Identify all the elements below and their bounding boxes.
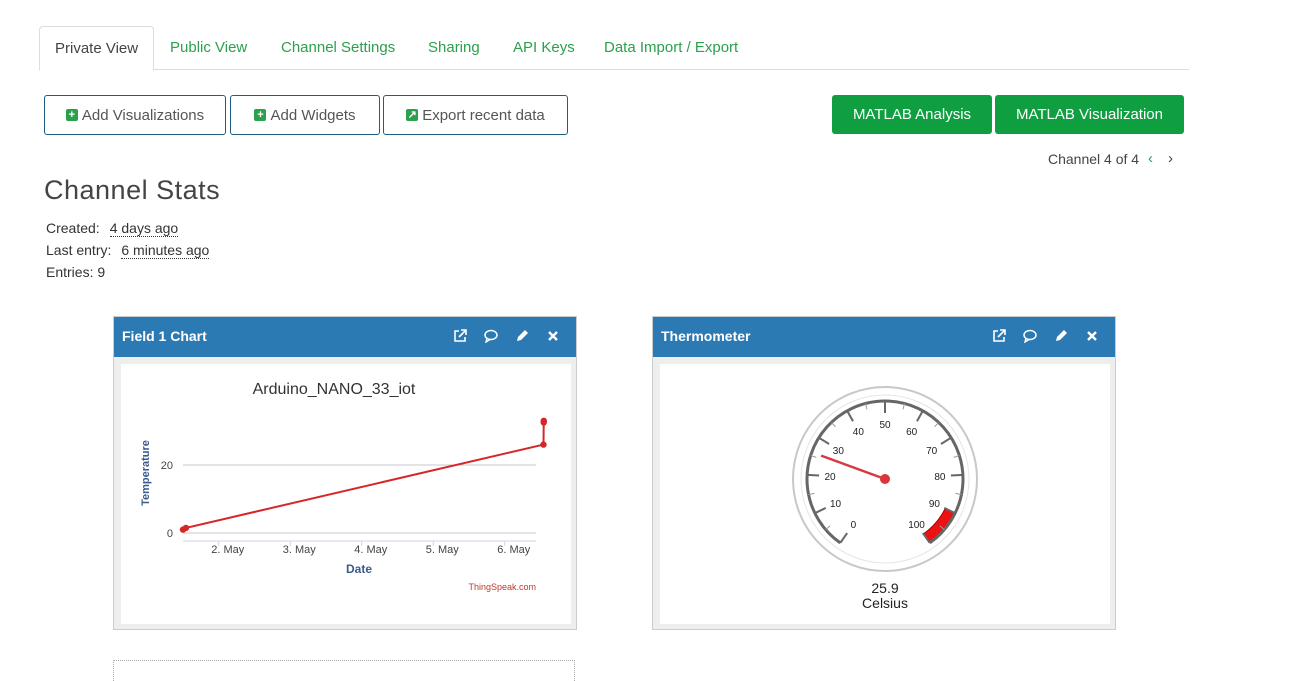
data-point[interactable] bbox=[182, 524, 190, 532]
close-icon[interactable] bbox=[1085, 329, 1099, 343]
gauge-tick-label: 70 bbox=[926, 446, 938, 457]
thermometer-header: Thermometer bbox=[653, 317, 1115, 357]
close-icon[interactable] bbox=[546, 329, 560, 343]
channel-tabs: Private View Public View Channel Setting… bbox=[39, 26, 1189, 71]
add-widgets-button[interactable]: + Add Widgets bbox=[230, 95, 380, 135]
field-chart-header: Field 1 Chart bbox=[114, 317, 576, 357]
gauge: 0 10 20 30 40 50 60 70 80 90 100 25.9 Celsius bbox=[792, 386, 978, 611]
tab-public-view[interactable]: Public View bbox=[170, 26, 247, 69]
plus-icon: + bbox=[65, 109, 78, 121]
tab-data-import-export[interactable]: Data Import / Export bbox=[604, 26, 738, 69]
line-chart: Arduino_NANO_33_iot Temperature Date Thi… bbox=[140, 381, 547, 592]
add-visualizations-button[interactable]: + Add Visualizations bbox=[44, 95, 226, 135]
gauge-tick-label: 0 bbox=[851, 520, 857, 531]
tab-api-keys[interactable]: API Keys bbox=[513, 26, 575, 69]
gauge-tick-label: 30 bbox=[833, 446, 845, 457]
entries-value: 9 bbox=[97, 264, 106, 280]
data-point[interactable] bbox=[540, 441, 547, 448]
tab-private-view[interactable]: Private View bbox=[39, 26, 155, 71]
gauge-tick-label: 50 bbox=[879, 420, 891, 431]
y-tick-label: 20 bbox=[161, 460, 173, 472]
plus-icon: + bbox=[254, 109, 267, 121]
pencil-icon[interactable] bbox=[515, 329, 529, 343]
gauge-tick-label: 10 bbox=[830, 499, 842, 510]
page-title: Channel Stats bbox=[44, 175, 221, 205]
y-axis-label: Temperature bbox=[140, 440, 152, 506]
x-axis-label: Date bbox=[346, 562, 372, 576]
tab-channel-settings[interactable]: Channel Settings bbox=[281, 26, 395, 69]
export-recent-data-label: Export recent data bbox=[422, 106, 545, 124]
gauge-major-tick bbox=[950, 473, 963, 477]
chevron-left-icon[interactable]: ‹ bbox=[1148, 150, 1153, 167]
x-tick-label: 4. May bbox=[354, 544, 388, 556]
add-visualizations-label: Add Visualizations bbox=[81, 106, 205, 124]
gauge-tick-label: 20 bbox=[825, 472, 837, 483]
last-entry-value: 6 minutes ago bbox=[121, 242, 210, 259]
gauge-tick-label: 100 bbox=[908, 520, 925, 531]
pencil-icon[interactable] bbox=[1054, 329, 1068, 343]
thermometer-body: 0 10 20 30 40 50 60 70 80 90 100 25.9 Celsius bbox=[660, 364, 1110, 624]
gauge-value: 25.9 bbox=[871, 580, 898, 596]
matlab-analysis-button[interactable]: MATLAB Analysis bbox=[832, 95, 992, 134]
open-external-icon[interactable] bbox=[992, 329, 1006, 343]
created-label: Created: bbox=[46, 220, 100, 236]
gauge-major-tick bbox=[807, 473, 820, 477]
comment-icon[interactable] bbox=[484, 329, 498, 343]
thermometer-panel: Thermometer 0 10 20 30 40 50 60 70 80 90 100 25.9 … bbox=[652, 316, 1116, 630]
gauge-needle-hub bbox=[880, 474, 890, 484]
field-chart-body: Arduino_NANO_33_iot Temperature Date Thi… bbox=[121, 364, 571, 624]
chevron-right-icon[interactable]: › bbox=[1168, 150, 1173, 167]
widget-placeholder bbox=[113, 660, 575, 681]
gauge-tick-label: 80 bbox=[934, 472, 946, 483]
x-tick-label: 6. May bbox=[497, 544, 531, 556]
gauge-tick-label: 60 bbox=[906, 427, 918, 438]
entries-label: Entries: bbox=[46, 264, 94, 280]
gauge-tick-label: 90 bbox=[929, 499, 941, 510]
last-entry-label: Last entry: bbox=[46, 242, 112, 258]
x-tick-label: 5. May bbox=[426, 544, 460, 556]
tab-sharing[interactable]: Sharing bbox=[428, 26, 480, 69]
gauge-tick-label: 40 bbox=[853, 427, 865, 438]
entries-stat: Entries: 9 bbox=[46, 264, 105, 280]
thermometer-title: Thermometer bbox=[661, 328, 751, 344]
matlab-visualization-button[interactable]: MATLAB Visualization bbox=[995, 95, 1184, 134]
created-stat: Created: 4 days ago bbox=[46, 220, 179, 237]
field-chart-panel: Field 1 Chart Arduino_NANO_33_iot Temper… bbox=[113, 316, 577, 630]
x-tick-label: 2. May bbox=[211, 544, 245, 556]
data-point[interactable] bbox=[540, 417, 547, 424]
series-line bbox=[182, 420, 545, 531]
y-tick-label: 0 bbox=[167, 528, 173, 540]
gauge-unit: Celsius bbox=[862, 595, 908, 611]
add-widgets-label: Add Widgets bbox=[270, 106, 356, 124]
created-value: 4 days ago bbox=[109, 220, 179, 237]
chart-title: Arduino_NANO_33_iot bbox=[253, 381, 416, 398]
open-external-icon[interactable] bbox=[453, 329, 467, 343]
x-tick-label: 3. May bbox=[283, 544, 317, 556]
comment-icon[interactable] bbox=[1023, 329, 1037, 343]
field-chart-title: Field 1 Chart bbox=[122, 328, 207, 344]
external-link-icon: ↗ bbox=[406, 109, 419, 121]
last-entry-stat: Last entry: 6 minutes ago bbox=[46, 242, 210, 259]
export-recent-data-button[interactable]: ↗ Export recent data bbox=[383, 95, 568, 135]
channel-counter: Channel 4 of 4 bbox=[1048, 151, 1140, 167]
credit-link[interactable]: ThingSpeak.com bbox=[468, 582, 536, 592]
